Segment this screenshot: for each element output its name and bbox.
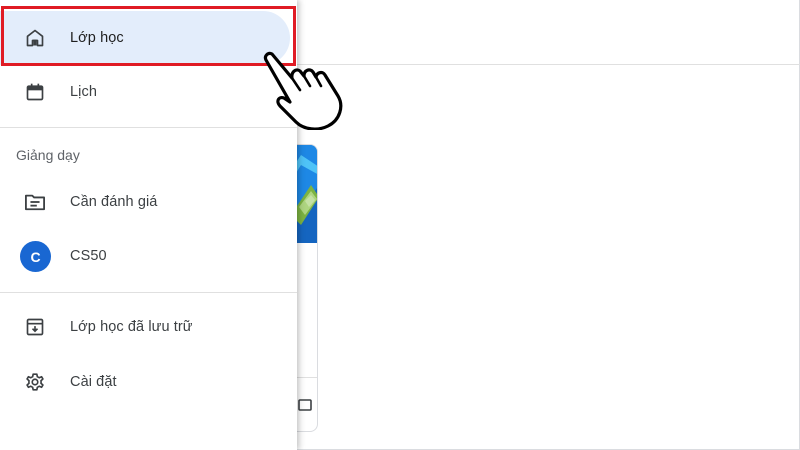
drawer-divider xyxy=(0,127,297,128)
nav-item-settings[interactable]: Cài đặt xyxy=(0,355,290,409)
archive-icon xyxy=(23,315,47,339)
nav-item-label: Lớp học đã lưu trữ xyxy=(70,319,193,335)
nav-item-to-review[interactable]: Cần đánh giá xyxy=(0,175,290,229)
nav-item-archived-classes[interactable]: Lớp học đã lưu trữ xyxy=(0,300,290,354)
nav-item-label: CS50 xyxy=(70,248,107,264)
nav-item-label: Cần đánh giá xyxy=(70,194,158,210)
nav-item-label: Lịch xyxy=(70,84,97,100)
drawer-divider xyxy=(0,292,297,293)
class-avatar: C xyxy=(20,241,51,272)
navigation-drawer: Lớp học Lịch Giảng dạy Cần đánh giá C CS… xyxy=(0,0,297,450)
nav-item-classes[interactable]: Lớp học xyxy=(0,11,290,65)
folder-icon[interactable] xyxy=(297,397,313,413)
header-divider xyxy=(296,64,800,65)
home-icon xyxy=(23,26,47,50)
nav-item-label: Lớp học xyxy=(70,30,124,46)
section-title-teaching: Giảng dạy xyxy=(16,147,80,163)
nav-item-label: Cài đặt xyxy=(70,374,117,390)
settings-icon xyxy=(23,370,47,394)
nav-item-class-cs50[interactable]: C CS50 xyxy=(0,229,290,283)
calendar-icon xyxy=(23,80,47,104)
nav-item-calendar[interactable]: Lịch xyxy=(0,65,290,119)
folder-icon xyxy=(23,190,47,214)
